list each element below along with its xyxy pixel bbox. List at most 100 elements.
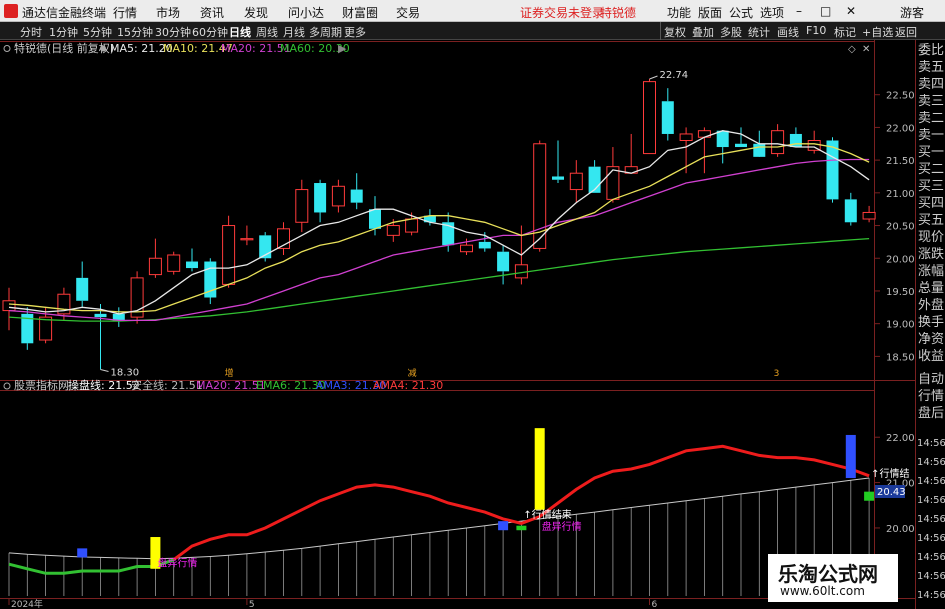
sidebar-item[interactable]: 现价 [917,230,945,247]
sidebar-item[interactable]: 委比 [917,43,945,60]
sidebar-item[interactable]: 换手 [917,315,945,332]
sidebar-item[interactable]: 卖四 [917,77,945,94]
candle-up[interactable] [295,179,309,233]
sidebar-item[interactable]: 行情 [917,389,945,406]
candle-up[interactable] [862,205,876,223]
sidebar-item[interactable]: 净资 [917,332,945,349]
candle-down[interactable] [186,248,198,272]
signal-bar[interactable] [864,491,875,501]
menu-faxian[interactable]: 发现 [244,4,268,21]
candle-down[interactable] [314,179,327,223]
guest-label[interactable]: 游客 [900,4,924,21]
candle-down[interactable] [552,140,564,184]
menu-xuanxiang[interactable]: 选项 [760,4,784,21]
candle-up[interactable] [624,133,638,174]
event-marker[interactable]: 减 [408,367,417,379]
multi-stock-button[interactable]: 多股 [720,24,742,40]
signal-bar[interactable] [498,521,509,531]
period-monthly[interactable]: 月线 [283,24,305,40]
sidebar-item[interactable]: 卖二 [917,111,945,128]
candle-down[interactable] [76,261,89,308]
period-weekly[interactable]: 周线 [256,24,278,40]
candle-down[interactable] [716,130,729,164]
menu-jiaoyi[interactable]: 交易 [396,4,420,21]
candle-up[interactable] [643,79,656,155]
menu-hangqing[interactable]: 行情 [113,4,137,21]
period-multi[interactable]: 多周期 [309,24,342,40]
sidebar-item[interactable]: 卖一 [917,128,945,145]
mark-button[interactable]: 标记 [834,24,856,40]
candle-up[interactable] [240,225,254,246]
sidebar-item[interactable]: 收益 [917,349,945,366]
sidebar-item[interactable]: 买一 [917,145,945,162]
candle-down[interactable] [94,304,107,370]
signal-bar[interactable] [845,434,856,479]
menu-banmian[interactable]: 版面 [698,4,722,21]
stats-button[interactable]: 统计 [748,24,770,40]
menu-shichang[interactable]: 市场 [156,4,180,21]
sidebar-item[interactable]: 买二 [917,162,945,179]
legend-more-icon[interactable]: ▶ [338,42,347,55]
menu-zixun[interactable]: 资讯 [200,4,224,21]
menu-wenxiaoda[interactable]: 问小达 [288,4,324,21]
candle-down[interactable] [844,192,857,226]
candle-up[interactable] [277,222,290,255]
candle-down[interactable] [350,173,363,210]
candle-up[interactable] [569,160,583,203]
period-30min[interactable]: 30分钟 [155,24,191,40]
candle-up[interactable] [39,307,53,344]
candle-up[interactable] [167,251,181,275]
candle-up[interactable] [130,271,144,324]
overlay-button[interactable]: 叠加 [692,24,714,40]
sidebar-item[interactable]: 买四 [917,196,945,213]
fuquan-button[interactable]: 复权 [664,24,686,40]
event-marker[interactable]: 增 [225,367,234,379]
maximize-button[interactable]: □ [820,4,831,18]
sidebar-item[interactable]: 涨幅 [917,264,945,281]
candle-down[interactable] [661,88,674,141]
candle-down[interactable] [204,258,217,305]
candle-up[interactable] [148,238,162,278]
sidebar-item[interactable]: 买五 [917,213,945,230]
sidebar-item[interactable]: 自动 [917,372,945,389]
kline-chart[interactable]: 18.50 19.00 19.50 20.00 20.50 21.00 21.50 22.00… [0,40,915,609]
candle-down[interactable] [588,160,601,193]
candle-up[interactable] [222,215,236,288]
diamond-icon[interactable]: ◇ [848,44,856,55]
f10-button[interactable]: F10 [806,24,826,37]
sidebar-item[interactable]: 卖五 [917,60,945,77]
panel-close-icon[interactable]: ✕ [862,44,870,55]
period-5min[interactable]: 5分钟 [83,24,112,40]
event-marker[interactable]: 3 [774,369,780,379]
add-watchlist-button[interactable]: +自选 [862,24,893,40]
back-button[interactable]: 返回 [895,24,917,40]
sidebar-item[interactable]: 总量 [917,281,945,298]
period-fenshi[interactable]: 分时 [20,24,42,40]
period-15min[interactable]: 15分钟 [117,24,153,40]
period-60min[interactable]: 60分钟 [192,24,228,40]
candle-down[interactable] [112,307,125,327]
signal-bar[interactable] [534,428,545,510]
menu-gongneng[interactable]: 功能 [667,4,691,21]
sidebar-item[interactable]: 卖三 [917,94,945,111]
sidebar-item[interactable]: 买三 [917,179,945,196]
candle-up[interactable] [697,127,711,174]
panel-settings-icon[interactable] [3,45,11,52]
draw-line-button[interactable]: 画线 [777,24,799,40]
period-1min[interactable]: 1分钟 [49,24,78,40]
close-button[interactable]: ✕ [846,4,856,18]
indicator-settings-icon[interactable] [100,45,106,52]
sub-settings-icon[interactable] [3,382,11,390]
candle-down[interactable] [497,245,510,285]
candle-up[interactable] [807,130,821,154]
sidebar-item[interactable]: 外盘 [917,298,945,315]
minimize-button[interactable]: – [796,4,802,18]
candle-up[interactable] [771,124,785,157]
signal-bar[interactable] [77,548,88,558]
candle-up[interactable] [331,179,345,213]
login-notice[interactable]: 证券交易未登录 [520,4,604,21]
signal-bar[interactable] [516,525,527,531]
period-more[interactable]: 更多 [344,24,366,40]
candle-up[interactable] [2,287,16,331]
period-daily[interactable]: 日线 [229,24,251,40]
